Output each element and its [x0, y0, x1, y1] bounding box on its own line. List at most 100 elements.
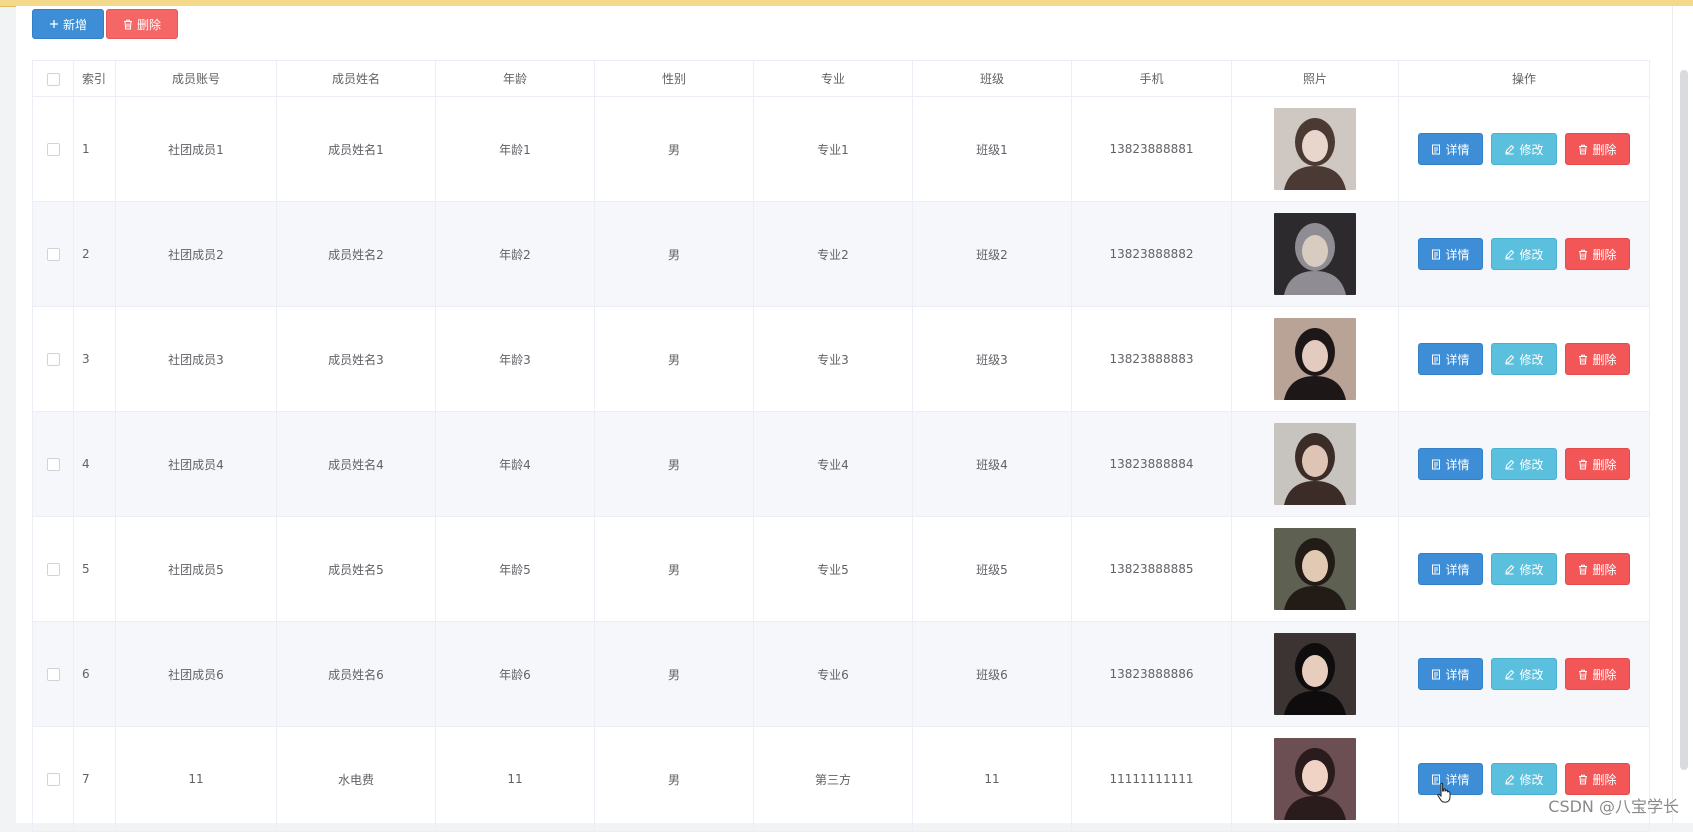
row-delete-button[interactable]: 删除	[1565, 553, 1630, 585]
cell-class: 班级2	[913, 202, 1072, 307]
edit-button[interactable]: 修改	[1491, 763, 1557, 795]
member-photo[interactable]	[1274, 633, 1356, 715]
trash-icon	[1578, 249, 1588, 260]
cell-name: 成员姓名2	[277, 202, 436, 307]
cell-photo	[1232, 727, 1399, 832]
edit-button[interactable]: 修改	[1491, 658, 1557, 690]
cell-class: 班级5	[913, 517, 1072, 622]
edit-button[interactable]: 修改	[1491, 238, 1557, 270]
detail-button[interactable]: 详情	[1418, 448, 1483, 480]
batch-delete-button-label: 删除	[137, 16, 161, 33]
detail-button-label: 详情	[1445, 561, 1469, 578]
row-delete-button[interactable]: 删除	[1565, 343, 1630, 375]
cell-name: 成员姓名5	[277, 517, 436, 622]
row-delete-button-label: 删除	[1592, 351, 1616, 368]
cell-major: 专业1	[754, 97, 913, 202]
add-button[interactable]: 新增	[32, 9, 104, 39]
cell-gender: 男	[595, 727, 754, 832]
cell-actions: 详情 修改 删除	[1399, 97, 1650, 202]
edit-button-label: 修改	[1519, 141, 1543, 158]
row-actions: 详情 修改 删除	[1399, 343, 1649, 375]
detail-button-label: 详情	[1445, 351, 1469, 368]
cell-actions: 详情 修改 删除	[1399, 307, 1650, 412]
detail-button-label: 详情	[1445, 666, 1469, 683]
table-row[interactable]: 2社团成员2成员姓名2年龄2男专业2班级213823888882详情修改删除	[33, 202, 1650, 307]
cell-gender: 男	[595, 412, 754, 517]
detail-button[interactable]: 详情	[1418, 238, 1483, 270]
page-scrollbar-thumb[interactable]	[1680, 70, 1688, 770]
edit-button[interactable]: 修改	[1491, 553, 1557, 585]
pencil-icon	[1504, 144, 1515, 155]
detail-button-label: 详情	[1445, 141, 1469, 158]
row-select-cell[interactable]	[33, 202, 74, 307]
plus-icon	[49, 19, 59, 29]
member-photo[interactable]	[1274, 213, 1356, 295]
row-delete-button[interactable]: 删除	[1565, 658, 1630, 690]
edit-button-label: 修改	[1519, 351, 1543, 368]
table-row[interactable]: 711水电费11男第三方1111111111111详情修改删除	[33, 727, 1650, 832]
cell-photo	[1232, 97, 1399, 202]
member-photo[interactable]	[1274, 738, 1356, 820]
cell-index: 5	[74, 517, 116, 622]
pencil-icon	[1504, 564, 1515, 575]
detail-button[interactable]: 详情	[1418, 133, 1483, 165]
cell-phone: 13823888886	[1072, 622, 1232, 727]
row-checkbox[interactable]	[47, 458, 60, 471]
member-photo[interactable]	[1274, 528, 1356, 610]
cell-major: 专业6	[754, 622, 913, 727]
detail-button[interactable]: 详情	[1418, 343, 1483, 375]
detail-button[interactable]: 详情	[1418, 658, 1483, 690]
watermark: CSDN @八宝学长	[1548, 793, 1679, 817]
cell-gender: 男	[595, 202, 754, 307]
table-row[interactable]: 4社团成员4成员姓名4年龄4男专业4班级413823888884详情修改删除	[33, 412, 1650, 517]
column-header-gender: 性别	[595, 61, 754, 97]
row-checkbox[interactable]	[47, 248, 60, 261]
member-photo[interactable]	[1274, 318, 1356, 400]
row-checkbox[interactable]	[47, 773, 60, 786]
cell-account: 社团成员2	[116, 202, 277, 307]
edit-button[interactable]: 修改	[1491, 448, 1557, 480]
cell-photo	[1232, 202, 1399, 307]
row-checkbox[interactable]	[47, 353, 60, 366]
row-delete-button[interactable]: 删除	[1565, 763, 1630, 795]
pencil-icon	[1504, 459, 1515, 470]
row-select-cell[interactable]	[33, 517, 74, 622]
row-checkbox[interactable]	[47, 143, 60, 156]
cell-age: 年龄1	[436, 97, 595, 202]
edit-button[interactable]: 修改	[1491, 343, 1557, 375]
row-select-cell[interactable]	[33, 412, 74, 517]
table-row[interactable]: 6社团成员6成员姓名6年龄6男专业6班级613823888886详情修改删除	[33, 622, 1650, 727]
detail-button[interactable]: 详情	[1418, 553, 1483, 585]
row-checkbox[interactable]	[47, 668, 60, 681]
select-all-cell[interactable]	[33, 61, 74, 97]
table-row[interactable]: 1社团成员1成员姓名1年龄1男专业1班级113823888881详情修改删除	[33, 97, 1650, 202]
cell-age: 年龄5	[436, 517, 595, 622]
select-all-checkbox[interactable]	[47, 73, 60, 86]
member-photo[interactable]	[1274, 423, 1356, 505]
detail-button-label: 详情	[1445, 246, 1469, 263]
edit-button-label: 修改	[1519, 456, 1543, 473]
row-delete-button[interactable]: 删除	[1565, 133, 1630, 165]
row-delete-button[interactable]: 删除	[1565, 238, 1630, 270]
row-select-cell[interactable]	[33, 622, 74, 727]
add-button-label: 新增	[63, 16, 87, 33]
cell-gender: 男	[595, 517, 754, 622]
cell-phone: 13823888884	[1072, 412, 1232, 517]
column-header-phone: 手机	[1072, 61, 1232, 97]
column-header-name: 成员姓名	[277, 61, 436, 97]
table-row[interactable]: 5社团成员5成员姓名5年龄5男专业5班级513823888885详情修改删除	[33, 517, 1650, 622]
table-row[interactable]: 3社团成员3成员姓名3年龄3男专业3班级313823888883详情修改删除	[33, 307, 1650, 412]
cell-name: 成员姓名4	[277, 412, 436, 517]
row-select-cell[interactable]	[33, 727, 74, 832]
row-delete-button[interactable]: 删除	[1565, 448, 1630, 480]
row-select-cell[interactable]	[33, 307, 74, 412]
batch-delete-button[interactable]: 删除	[106, 9, 178, 39]
row-actions: 详情 修改删除	[1399, 658, 1649, 690]
member-photo[interactable]	[1274, 108, 1356, 190]
cell-age: 11	[436, 727, 595, 832]
cell-index: 7	[74, 727, 116, 832]
row-select-cell[interactable]	[33, 97, 74, 202]
edit-button[interactable]: 修改	[1491, 133, 1557, 165]
row-checkbox[interactable]	[47, 563, 60, 576]
edit-button-label: 修改	[1519, 561, 1543, 578]
